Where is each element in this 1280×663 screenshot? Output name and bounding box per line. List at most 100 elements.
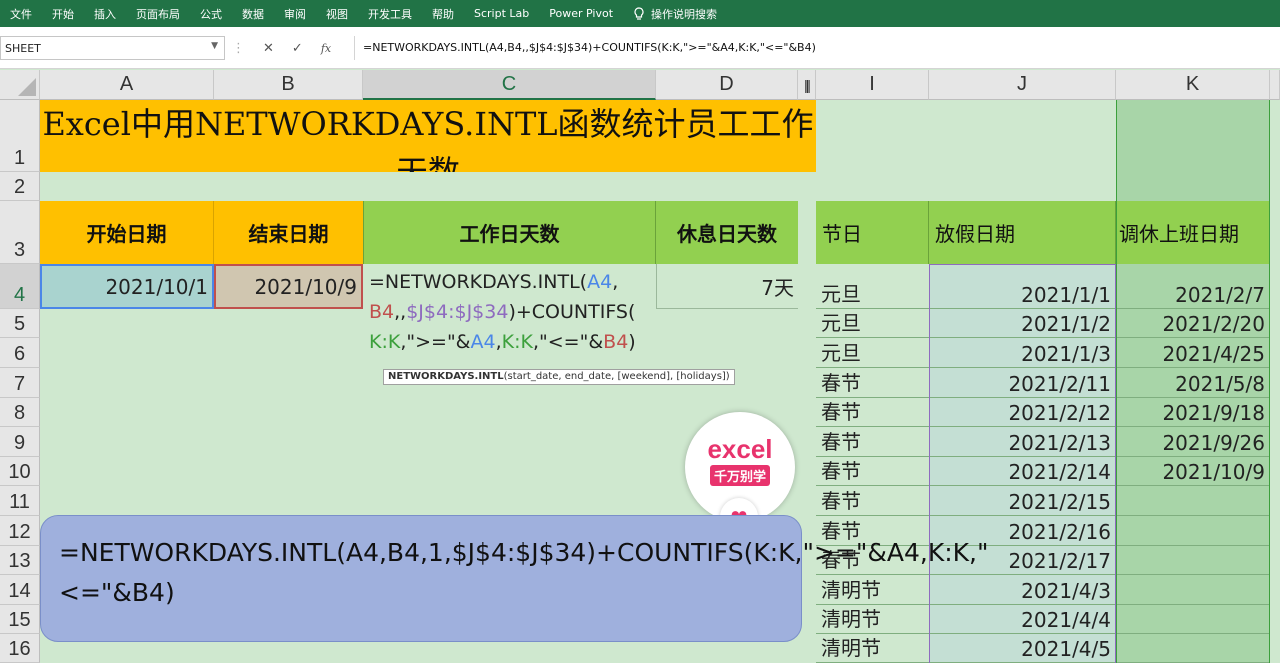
row-header-16[interactable]: 16 [0, 634, 40, 663]
header-start-date[interactable]: 开始日期 [40, 201, 214, 264]
tab-insert[interactable]: 插入 [84, 6, 126, 22]
tooltip-function-name[interactable]: NETWORKDAYS.INTL [388, 371, 504, 382]
holiday-name-cell[interactable]: 清明节 [816, 634, 929, 663]
row-header-6[interactable]: 6 [0, 338, 40, 368]
makeup-date-cell[interactable]: 2021/5/8 [1116, 368, 1270, 398]
header-makeup-date[interactable]: 调休上班日期 [1116, 201, 1270, 264]
tab-review[interactable]: 审阅 [274, 6, 316, 22]
row-header-3[interactable]: 3 [0, 201, 40, 264]
header-holiday[interactable]: 节日 [816, 201, 929, 264]
holiday-name-cell[interactable]: 春节 [816, 486, 929, 516]
ref-b4: B4 [603, 331, 629, 353]
holiday-date-cell[interactable]: 2021/1/1 [929, 264, 1116, 309]
makeup-date-cell[interactable]: 2021/4/25 [1116, 338, 1270, 368]
makeup-date-cell[interactable] [1116, 575, 1270, 605]
holiday-date-cell[interactable]: 2021/4/3 [929, 575, 1116, 605]
holiday-name-cell[interactable]: 春节 [816, 398, 929, 427]
column-header-l[interactable] [1270, 70, 1280, 100]
holiday-name-cell[interactable]: 清明节 [816, 605, 929, 634]
function-tooltip[interactable]: NETWORKDAYS.INTL(start_date, end_date, [… [383, 369, 735, 385]
makeup-date-cell[interactable]: 2021/2/20 [1116, 309, 1270, 338]
row-header-8[interactable]: 8 [0, 398, 40, 427]
tab-script-lab[interactable]: Script Lab [464, 7, 539, 20]
row-header-4[interactable]: 4 [0, 264, 40, 309]
row-header-14[interactable]: 14 [0, 575, 40, 605]
chevron-down-icon[interactable]: ▼ [211, 41, 218, 51]
holiday-date-cell[interactable]: 2021/1/2 [929, 309, 1116, 338]
logo-subtext: 千万别学 [709, 465, 770, 486]
holiday-name-cell[interactable]: 春节 [816, 427, 929, 457]
holiday-name-cell[interactable]: 春节 [816, 368, 929, 398]
column-header-b[interactable]: B [214, 70, 363, 100]
insert-function-icon[interactable]: fx [321, 42, 331, 55]
select-all-corner[interactable] [0, 70, 40, 100]
row-header-9[interactable]: 9 [0, 427, 40, 457]
formula-callout: =NETWORKDAYS.INTL(A4,B4,1,$J$4:$J$34)+CO… [40, 515, 988, 642]
holiday-date-cell[interactable]: 2021/2/14 [929, 457, 1116, 486]
makeup-date-cell[interactable]: 2021/10/9 [1116, 457, 1270, 486]
cell-d4[interactable]: 7天 [656, 264, 798, 309]
tab-power-pivot[interactable]: Power Pivot [539, 7, 623, 20]
cancel-icon[interactable]: ✕ [263, 41, 274, 56]
row-header-11[interactable]: 11 [0, 486, 40, 516]
enter-check-icon[interactable]: ✓ [292, 41, 303, 56]
tab-data[interactable]: 数据 [232, 6, 274, 22]
row-header-12[interactable]: 12 [0, 516, 40, 546]
header-holiday-date[interactable]: 放假日期 [929, 201, 1116, 264]
column-header-a[interactable]: A [40, 70, 214, 100]
header-workdays[interactable]: 工作日天数 [363, 201, 656, 264]
tell-me-search[interactable]: 操作说明搜索 [623, 6, 727, 22]
holiday-date-cell[interactable]: 2021/4/5 [929, 634, 1116, 663]
holiday-name-cell[interactable]: 元旦 [816, 309, 929, 338]
holiday-date-cell[interactable]: 2021/1/3 [929, 338, 1116, 368]
row-header-7[interactable]: 7 [0, 368, 40, 398]
holiday-date-cell[interactable]: 2021/2/15 [929, 486, 1116, 516]
holiday-name-cell[interactable]: 元旦 [816, 338, 929, 368]
column-header-d[interactable]: D [656, 70, 798, 100]
holiday-name-cell[interactable]: 元旦 [816, 264, 929, 309]
formula-part: ,, [394, 301, 407, 323]
column-header-c[interactable]: C [363, 70, 656, 100]
holiday-date-cell[interactable]: 2021/4/4 [929, 605, 1116, 634]
row-header-10[interactable]: 10 [0, 457, 40, 486]
holiday-date-cell[interactable]: 2021/2/11 [929, 368, 1116, 398]
column-header-j[interactable]: J [929, 70, 1116, 100]
holiday-date-cell[interactable]: 2021/2/13 [929, 427, 1116, 457]
makeup-date-cell[interactable] [1116, 486, 1270, 516]
row-header-2[interactable]: 2 [0, 172, 40, 201]
column-header-k[interactable]: K [1116, 70, 1270, 100]
cell-b4[interactable]: 2021/10/9 [214, 264, 363, 309]
tell-me-label: 操作说明搜索 [651, 7, 718, 21]
cell-a4[interactable]: 2021/10/1 [40, 264, 214, 309]
cell-c4-editing[interactable]: =NETWORKDAYS.INTL(A4, B4,,$J$4:$J$34)+CO… [363, 264, 656, 369]
row-header-13[interactable]: 13 [0, 546, 40, 575]
makeup-date-cell[interactable] [1116, 634, 1270, 663]
formula-input[interactable]: =NETWORKDAYS.INTL(A4,B4,,$J$4:$J$34)+COU… [354, 36, 1280, 60]
header-restdays[interactable]: 休息日天数 [656, 201, 798, 264]
name-box-value: SHEET [5, 42, 41, 55]
row-header-1[interactable]: 1 [0, 100, 40, 172]
tab-help[interactable]: 帮助 [422, 6, 464, 22]
makeup-date-cell[interactable]: 2021/2/7 [1116, 264, 1270, 309]
tab-home[interactable]: 开始 [42, 6, 84, 22]
makeup-date-cell[interactable]: 2021/9/26 [1116, 427, 1270, 457]
makeup-date-cell[interactable] [1116, 516, 1270, 546]
tab-developer[interactable]: 开发工具 [358, 6, 422, 22]
header-end-date[interactable]: 结束日期 [214, 201, 363, 264]
row-header-15[interactable]: 15 [0, 605, 40, 634]
name-box[interactable]: SHEET ▼ [0, 36, 225, 60]
makeup-date-cell[interactable]: 2021/9/18 [1116, 398, 1270, 427]
column-header-i[interactable]: I [816, 70, 929, 100]
holiday-name-cell[interactable]: 清明节 [816, 575, 929, 605]
tab-file[interactable]: 文件 [0, 6, 42, 22]
sheet-title[interactable]: Excel中用NETWORKDAYS.INTL函数统计员工工作天数 [40, 100, 816, 172]
holiday-date-cell[interactable]: 2021/2/12 [929, 398, 1116, 427]
makeup-date-cell[interactable] [1116, 546, 1270, 575]
tab-view[interactable]: 视图 [316, 6, 358, 22]
tab-page-layout[interactable]: 页面布局 [126, 6, 190, 22]
row-header-5[interactable]: 5 [0, 309, 40, 338]
tab-formulas[interactable]: 公式 [190, 6, 232, 22]
makeup-date-cell[interactable] [1116, 605, 1270, 634]
holiday-name-cell[interactable]: 春节 [816, 457, 929, 486]
hidden-columns-marker[interactable]: ||| [798, 70, 816, 100]
